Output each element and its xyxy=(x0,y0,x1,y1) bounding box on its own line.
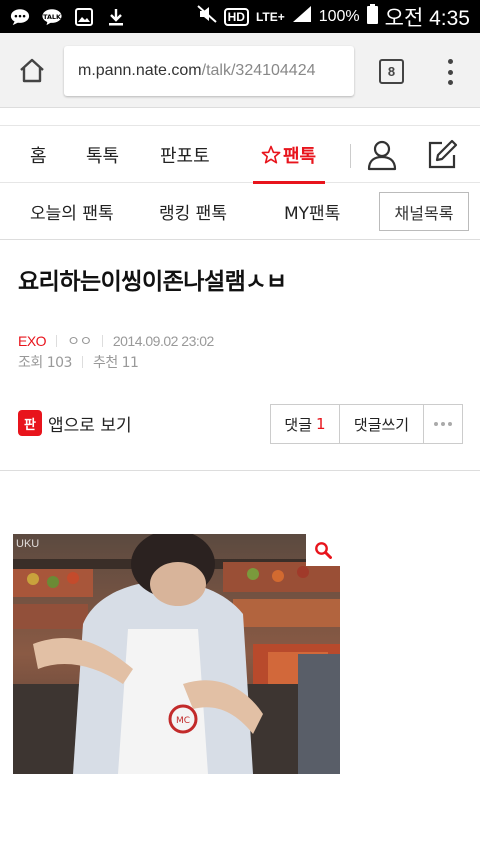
nav-divider xyxy=(350,144,351,168)
magnifier-icon xyxy=(315,542,332,559)
nav-toktok[interactable]: 톡톡 xyxy=(86,126,119,184)
section-divider xyxy=(0,470,480,471)
write-comment-button[interactable]: 댓글쓰기 xyxy=(340,405,424,443)
comment-count: 1 xyxy=(316,415,326,433)
url-host: m.pann.nate.com xyxy=(78,62,202,79)
article-title: 요리하는이씽이존나설램ㅅㅂ xyxy=(18,269,287,295)
lte-badge: LTE+ xyxy=(255,9,285,24)
battery-icon xyxy=(366,4,378,29)
post-datetime: 2014.09.02 23:02 xyxy=(112,333,215,349)
nav-panphoto[interactable]: 판포토 xyxy=(160,126,210,184)
cooking-photo: MC xyxy=(13,534,340,774)
user-button[interactable] xyxy=(366,139,398,171)
nav-home[interactable]: 홈 xyxy=(30,126,47,184)
pann-app-icon: 판 xyxy=(18,410,42,436)
tab-switcher-button[interactable]: 8 xyxy=(379,59,404,84)
open-in-app-label: 앱으로 보기 xyxy=(48,415,132,436)
image-watermark: UKU xyxy=(16,538,40,550)
comment-toolbar: 댓글 1 댓글쓰기 xyxy=(270,404,463,444)
battery-percent: 100% xyxy=(318,7,360,25)
subnav-my-fantalk[interactable]: MY팬톡 xyxy=(284,183,340,240)
article-image[interactable]: MC UKU xyxy=(13,534,340,774)
star-icon xyxy=(261,145,281,164)
home-icon xyxy=(20,58,44,83)
article-stats: 조회 103 추천 11 xyxy=(18,352,139,372)
home-button[interactable] xyxy=(0,33,64,108)
browser-toolbar: m.pann.nate.com/talk/324104424 8 xyxy=(0,33,480,108)
url-bar[interactable]: m.pann.nate.com/talk/324104424 xyxy=(64,46,354,96)
zoom-button[interactable] xyxy=(306,534,340,566)
write-button[interactable] xyxy=(426,139,458,171)
main-nav: 홈 톡톡 판포토 팬톡 xyxy=(0,125,480,184)
more-options-button[interactable] xyxy=(424,405,462,443)
gallery-icon xyxy=(74,7,94,26)
svg-text:TALK: TALK xyxy=(43,13,62,20)
status-bar: TALK HD LTE+ 100% 오전 4:35 xyxy=(0,0,480,33)
user-icon xyxy=(367,140,397,171)
channel-list-button[interactable]: 채널목록 xyxy=(379,192,469,231)
mute-icon xyxy=(196,5,217,28)
signal-icon xyxy=(292,5,312,28)
category-link[interactable]: EXO xyxy=(18,333,47,349)
nav-fantalk[interactable]: 팬톡 xyxy=(261,126,316,184)
pencil-edit-icon xyxy=(428,139,458,169)
article-meta: EXO ㅇㅇ 2014.09.02 23:02 xyxy=(18,331,214,351)
chat-icon xyxy=(10,8,30,26)
comments-label: 댓글 xyxy=(284,415,313,434)
clock: 오전 4:35 xyxy=(384,6,470,30)
nav-fantalk-label: 팬톡 xyxy=(283,146,317,167)
svg-text:MC: MC xyxy=(176,716,190,726)
author-name[interactable]: ㅇㅇ xyxy=(67,331,92,351)
overflow-menu-button[interactable] xyxy=(440,57,460,87)
sub-nav: 오늘의 팬톡 랭킹 팬톡 MY팬톡 채널목록 xyxy=(0,183,480,240)
url-path: /talk/324104424 xyxy=(201,62,316,79)
recommend-count: 추천 11 xyxy=(92,355,139,371)
view-count: 조회 103 xyxy=(18,355,72,371)
download-icon xyxy=(106,8,126,26)
talk-icon: TALK xyxy=(42,8,62,26)
comments-button[interactable]: 댓글 1 xyxy=(271,405,340,443)
hd-badge: HD xyxy=(223,7,249,26)
open-in-app-link[interactable]: 판 앱으로 보기 xyxy=(18,410,132,436)
subnav-ranking-fantalk[interactable]: 랭킹 팬톡 xyxy=(159,183,227,240)
subnav-today-fantalk[interactable]: 오늘의 팬톡 xyxy=(30,183,114,240)
